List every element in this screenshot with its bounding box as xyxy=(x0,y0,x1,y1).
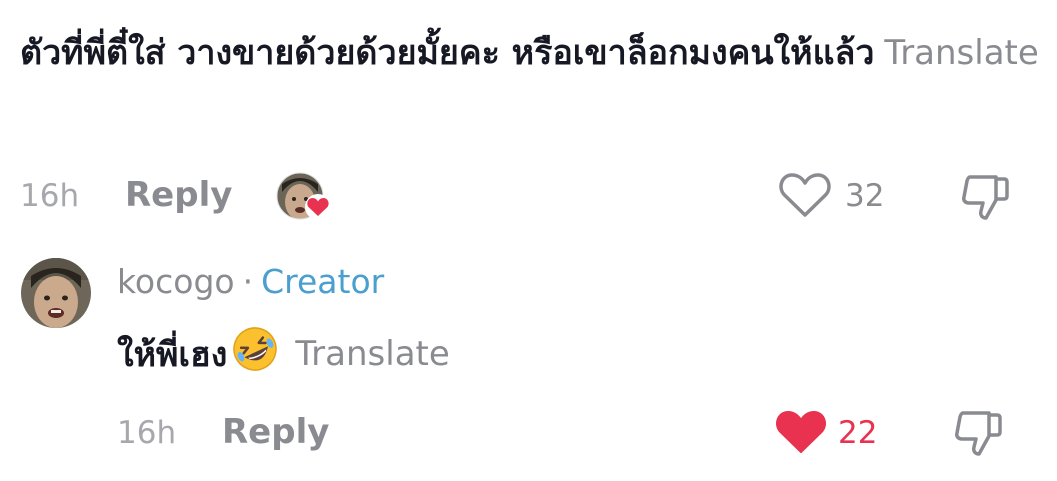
heart-outline-icon[interactable] xyxy=(778,171,832,223)
reply-button[interactable]: Reply xyxy=(125,175,232,215)
creator-avatar[interactable] xyxy=(21,258,91,328)
translate-link[interactable]: Translate xyxy=(884,33,1038,73)
comment-body: ตัวที่พี่ตี๋ใส่ วางขายด้วยด้วยมั้ยคะ หรื… xyxy=(20,33,875,73)
rolling-laughing-emoji-icon xyxy=(231,325,279,382)
heart-filled-icon[interactable] xyxy=(774,408,828,460)
reply-dislike-icon[interactable] xyxy=(953,408,1005,462)
creator-username-line: kocogo · Creator xyxy=(117,262,384,301)
reply-like-count: 22 xyxy=(838,415,878,451)
reply-body: ให้พี่เฮง xyxy=(117,334,228,375)
creator-liked-indicator xyxy=(276,172,332,222)
reply-translate-link[interactable]: Translate xyxy=(295,334,449,374)
heart-badge-icon xyxy=(305,194,331,220)
reply-text: ให้พี่เฮง Translate xyxy=(117,325,450,382)
reply-reply-button[interactable]: Reply xyxy=(222,412,329,452)
reply-timestamp: 16h xyxy=(117,415,177,451)
dislike-icon[interactable] xyxy=(960,172,1012,226)
creator-badge: Creator xyxy=(261,262,385,301)
comment-timestamp: 16h xyxy=(20,178,80,214)
like-count: 32 xyxy=(845,178,885,214)
separator: · xyxy=(242,262,254,301)
username[interactable]: kocogo xyxy=(117,262,235,301)
comment-text: ตัวที่พี่ตี๋ใส่ วางขายด้วยด้วยมั้ยคะ หรื… xyxy=(20,20,1040,86)
